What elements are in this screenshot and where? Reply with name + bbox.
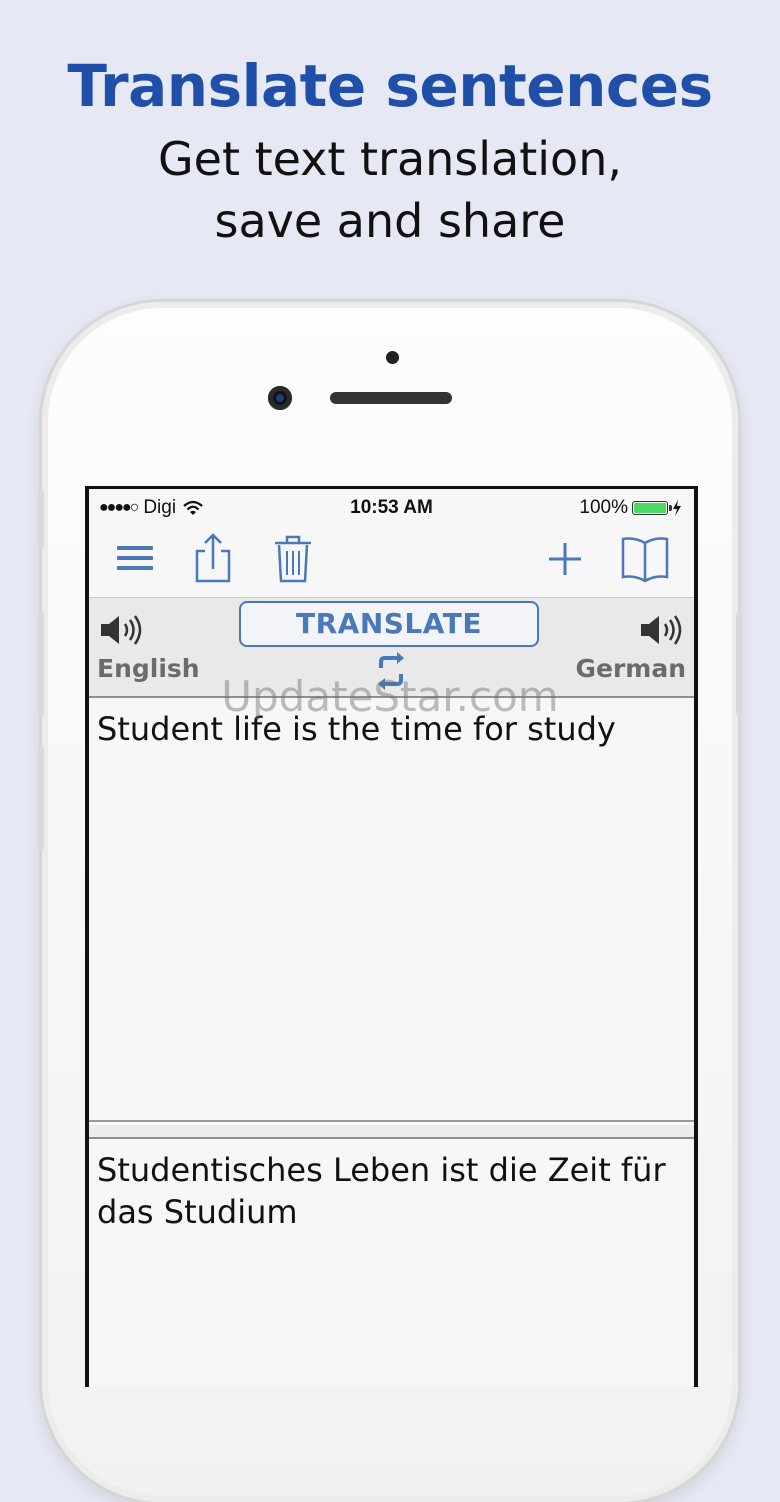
status-right: 100%	[579, 497, 682, 519]
language-bar: English TRANSLATE German	[89, 597, 694, 698]
battery-percent: 100%	[579, 497, 628, 518]
pane-divider	[89, 1125, 694, 1139]
trash-icon[interactable]	[265, 531, 321, 587]
battery-fill	[634, 503, 666, 513]
book-icon[interactable]	[617, 531, 673, 587]
translate-button[interactable]: TRANSLATE	[239, 601, 539, 647]
phone-screen: ●●●●○ Digi 10:53 AM 100% English TRANSLA…	[85, 486, 698, 1387]
headline-title: Translate sentences	[67, 52, 713, 120]
source-language-label[interactable]: English	[97, 654, 200, 683]
source-speaker-icon[interactable]	[97, 612, 143, 648]
mute-switch	[38, 490, 44, 548]
app-screen: ●●●●○ Digi 10:53 AM 100% English TRANSLA…	[89, 489, 694, 1387]
power-button	[736, 612, 742, 716]
swap-languages-icon[interactable]	[371, 650, 411, 692]
subtitle-line-2: save and share	[214, 194, 566, 248]
target-speaker-icon[interactable]	[637, 612, 683, 648]
volume-down-button	[38, 746, 44, 850]
share-icon[interactable]	[185, 531, 241, 587]
plus-icon[interactable]	[537, 531, 593, 587]
battery-icon	[632, 501, 672, 515]
subtitle-line-1: Get text translation,	[158, 132, 622, 186]
target-language-label[interactable]: German	[575, 654, 686, 683]
toolbar	[89, 525, 694, 597]
headline-subtitle: Get text translation, save and share	[0, 128, 780, 252]
front-camera	[268, 386, 292, 410]
charging-bolt-icon	[673, 500, 681, 516]
volume-up-button	[38, 612, 44, 716]
status-bar: ●●●●○ Digi 10:53 AM 100%	[89, 489, 694, 525]
menu-icon[interactable]	[107, 531, 163, 587]
proximity-sensor	[386, 351, 399, 364]
translation-text-area[interactable]: Studentisches Leben ist die Zeit für das…	[89, 1139, 694, 1387]
earpiece-speaker	[330, 392, 452, 404]
translation-text: Studentisches Leben ist die Zeit für das…	[97, 1151, 666, 1231]
source-text: Student life is the time for study	[97, 710, 616, 748]
source-text-area[interactable]: Student life is the time for study	[89, 698, 694, 1122]
